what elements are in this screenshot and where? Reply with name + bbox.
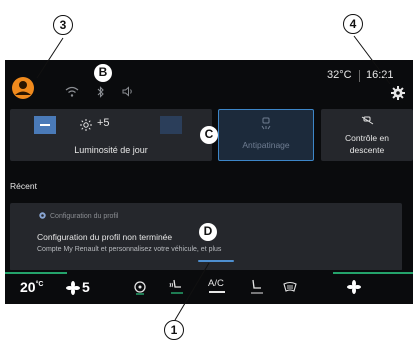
- callout-3: 3: [53, 15, 73, 35]
- callout-b: B: [94, 64, 112, 82]
- callout-c: C: [200, 126, 218, 144]
- callout-leaders: [36, 35, 391, 321]
- callout-1: 1: [164, 320, 184, 340]
- callout-4: 4: [343, 14, 363, 34]
- callout-d: D: [199, 223, 217, 241]
